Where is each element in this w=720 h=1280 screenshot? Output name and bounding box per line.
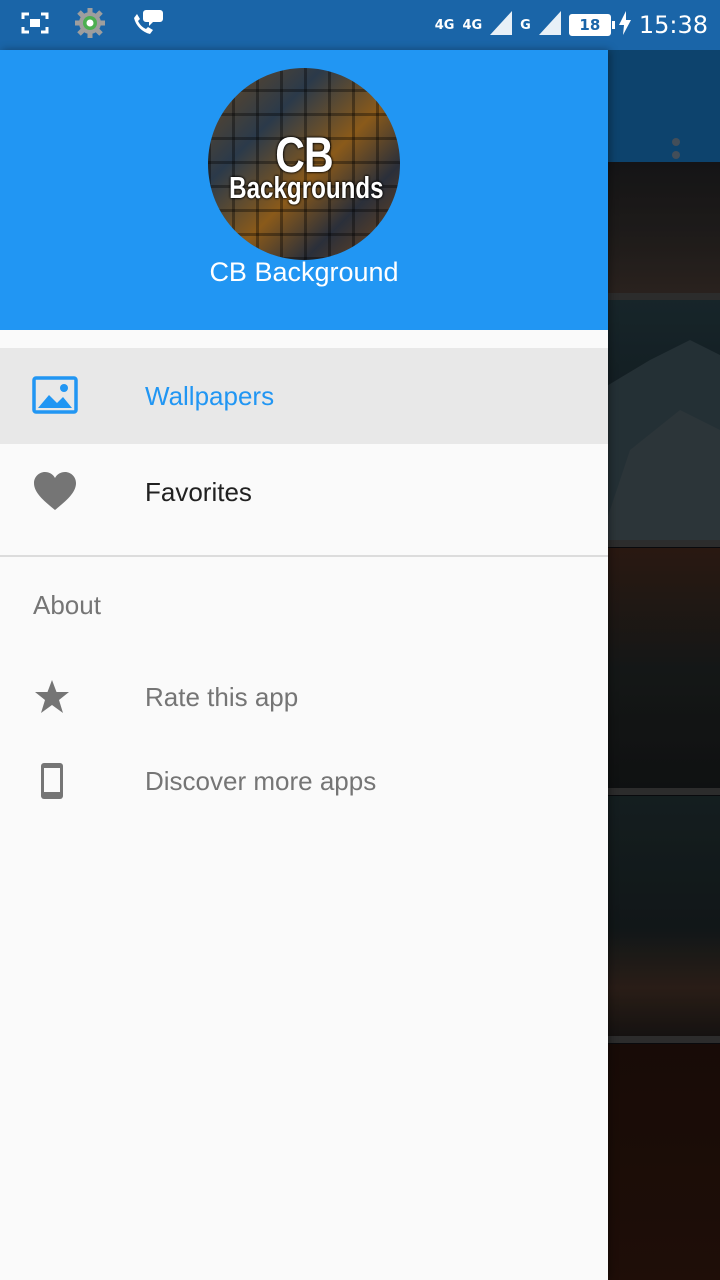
nav-item-favorites[interactable]: Favorites bbox=[0, 444, 608, 540]
drawer-header-title: CB Background bbox=[209, 257, 399, 287]
menu-item-label: Discover more apps bbox=[145, 766, 377, 796]
clock: 15:38 bbox=[638, 11, 708, 39]
signal-icon bbox=[538, 10, 561, 40]
menu-item-discover-apps[interactable]: Discover more apps bbox=[0, 739, 608, 823]
nav-item-label: Favorites bbox=[145, 477, 252, 507]
heart-icon bbox=[32, 470, 78, 514]
network-type-label: 4G bbox=[434, 17, 455, 33]
divider bbox=[0, 555, 608, 557]
network-type-label: G bbox=[520, 17, 531, 33]
status-bar: 4G 4G G 18 15:38 bbox=[0, 0, 720, 50]
settings-gear-icon bbox=[74, 7, 106, 44]
logo-text: Backgrounds bbox=[229, 170, 384, 205]
call-message-icon bbox=[130, 8, 164, 43]
screenshot-icon bbox=[20, 10, 50, 41]
image-icon bbox=[32, 374, 78, 418]
battery-icon: 18 bbox=[568, 14, 615, 36]
nav-item-label: Wallpapers bbox=[145, 381, 275, 411]
signal-icon bbox=[490, 10, 513, 40]
nav-item-wallpapers[interactable]: Wallpapers bbox=[0, 348, 608, 444]
star-icon bbox=[33, 677, 71, 717]
battery-level: 18 bbox=[579, 16, 601, 34]
drawer-header: CB Backgrounds CB Background bbox=[0, 50, 608, 330]
navigation-drawer: CB Backgrounds CB Background Wallpapers … bbox=[0, 50, 608, 1280]
menu-item-label: Rate this app bbox=[145, 682, 299, 712]
phone-icon bbox=[33, 761, 71, 801]
menu-item-rate-app[interactable]: Rate this app bbox=[0, 655, 608, 739]
charging-icon bbox=[618, 10, 631, 40]
network-type-label: 4G bbox=[462, 17, 483, 33]
app-logo: CB Backgrounds bbox=[208, 68, 400, 260]
section-header-about: About bbox=[33, 590, 101, 620]
